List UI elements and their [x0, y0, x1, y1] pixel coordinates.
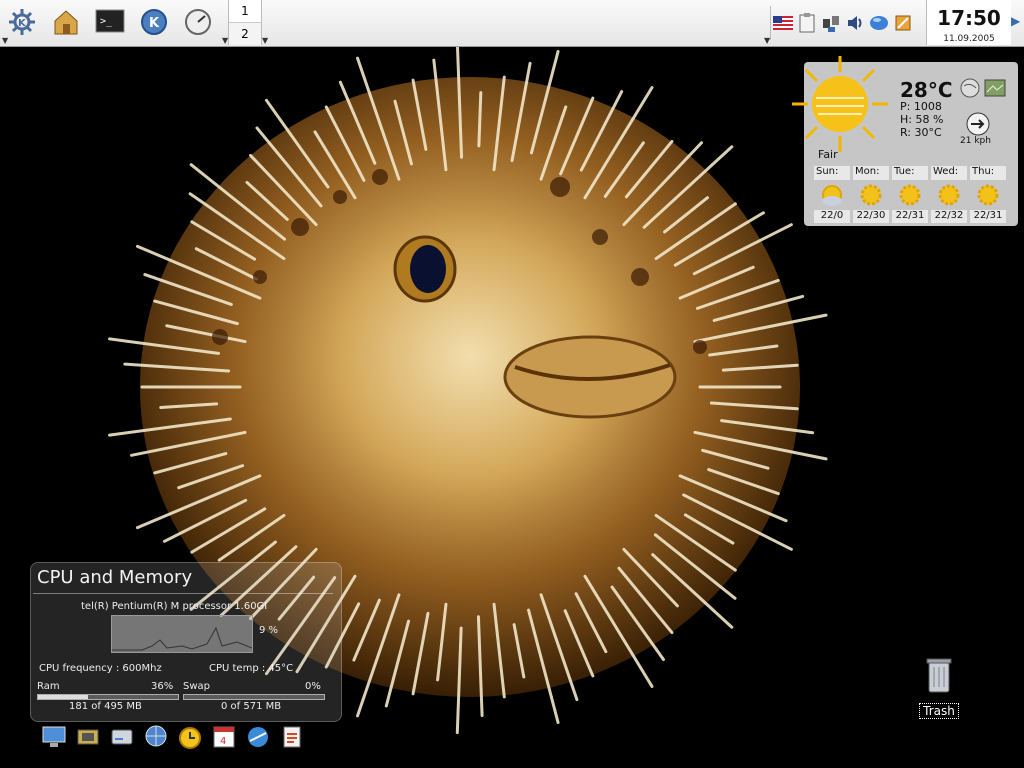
system-monitor-icon: [185, 9, 211, 35]
cpu-graph: [111, 615, 253, 653]
svg-text:4: 4: [220, 736, 226, 747]
forecast-temps: 22/30: [853, 210, 889, 223]
clock-date: 11.09.2005: [943, 34, 995, 44]
hardware-icon[interactable]: [74, 723, 102, 751]
us-flag-icon[interactable]: [773, 13, 793, 33]
sun-icon: [860, 184, 882, 206]
forecast-day: Thu: 22/31: [970, 166, 1006, 223]
forecast-day-label: Thu:: [970, 166, 1006, 180]
forecast-temps: 22/32: [931, 210, 967, 223]
trash-icon: [926, 658, 952, 693]
taskbar[interactable]: [268, 0, 764, 45]
ram-label: Ram: [37, 681, 60, 692]
trash-label: Trash: [919, 703, 959, 719]
cpu-frequency: CPU frequency : 600Mhz: [39, 663, 162, 674]
forecast-day-label: Sun:: [814, 166, 850, 180]
clipboard-icon[interactable]: [797, 13, 817, 33]
pager-desktop-2[interactable]: 2: [229, 23, 261, 45]
clock-time: 17:50: [937, 6, 1001, 30]
swap-usage: 0 of 571 MB: [221, 701, 282, 712]
ram-bar-fill: [38, 695, 89, 699]
home-folder-icon: [54, 10, 78, 35]
terminal-launcher[interactable]: >_: [92, 4, 128, 40]
volume-icon[interactable]: [845, 13, 865, 33]
app-dock: 4: [40, 720, 330, 754]
trash-desktop-item[interactable]: Trash: [916, 654, 962, 724]
updater-icon[interactable]: [893, 13, 913, 33]
terminal-icon: >_: [95, 9, 125, 33]
system-monitor-launcher[interactable]: [180, 4, 216, 40]
forecast-temps: 22/0: [814, 210, 850, 223]
ram-bar: [37, 694, 179, 700]
cpu-percent: 9 %: [259, 625, 279, 636]
drive-icon[interactable]: [108, 723, 136, 751]
widget-title: CPU and Memory: [37, 567, 193, 588]
swap-label: Swap: [183, 681, 211, 692]
divider: [33, 593, 333, 594]
system-tray: [770, 6, 925, 40]
weather-wind: 21 kph: [960, 136, 991, 146]
alarm-clock-icon[interactable]: [176, 723, 204, 751]
forecast-day-label: Wed:: [931, 166, 967, 180]
globe-icon[interactable]: [869, 13, 889, 33]
kde-menu-button[interactable]: K: [4, 4, 40, 40]
forecast-day-label: Tue:: [892, 166, 928, 180]
map-icon[interactable]: [984, 78, 1006, 98]
forecast-temps: 22/31: [892, 210, 928, 223]
konqueror-launcher[interactable]: K: [136, 4, 172, 40]
kde-menu-icon: K: [9, 9, 35, 35]
clock-applet[interactable]: 17:50 11.09.2005: [926, 0, 1011, 45]
swap-percent: 0%: [305, 681, 321, 692]
cpu-memory-widget: CPU and Memory tel(R) Pentium(R) M proce…: [30, 562, 342, 722]
network-globe-icon[interactable]: [142, 723, 170, 751]
svg-text:K: K: [149, 16, 160, 31]
svg-text:K: K: [18, 18, 27, 29]
globe-icon[interactable]: [960, 78, 980, 98]
kde-panel: K ▼ >_ K ▼ 1 2 ▼ ▼ 17:50 11.09.2005 ▶: [0, 0, 1024, 47]
calendar-icon[interactable]: 4: [210, 723, 238, 751]
konqueror-icon: K: [141, 9, 167, 35]
weather-realfeel: R: 30°C: [900, 126, 942, 139]
ram-usage: 181 of 495 MB: [69, 701, 142, 712]
forecast-day: Sun: 22/0: [814, 166, 850, 223]
forecast-day: Mon: 22/30: [853, 166, 889, 223]
forecast-day-label: Mon:: [853, 166, 889, 180]
weather-temperature: 28°C: [900, 78, 953, 102]
desktop-pager: 1 2: [228, 0, 262, 45]
forecast-day: Wed: 22/32: [931, 166, 967, 223]
sun-icon: [977, 184, 999, 206]
cloudy-sun-icon: [822, 185, 842, 206]
weather-pressure: P: 1008: [900, 100, 942, 113]
sun-icon: [938, 184, 960, 206]
panel-arrow-icon[interactable]: ▼: [2, 36, 8, 45]
ram-percent: 36%: [151, 681, 174, 692]
monitor-icon[interactable]: [40, 723, 68, 751]
cpu-model: tel(R) Pentium(R) M processor 1.60GI: [81, 601, 268, 612]
weather-humidity: H: 58 %: [900, 113, 944, 126]
home-launcher[interactable]: [48, 4, 84, 40]
wind-icon: [966, 112, 990, 136]
cpu-temp: CPU temp : 45°C: [209, 663, 294, 674]
forecast-day: Tue: 22/31: [892, 166, 928, 223]
weather-condition: Fair: [818, 148, 838, 161]
weather-widget: 28°C P: 1008 H: 58 % R: 30°C 21 kph Fair…: [792, 56, 1018, 226]
browser-icon[interactable]: [244, 723, 272, 751]
swap-bar: [183, 694, 325, 700]
network-icon[interactable]: [821, 13, 841, 33]
svg-text:>_: >_: [100, 16, 113, 27]
pager-desktop-1[interactable]: 1: [229, 0, 261, 23]
forecast-temps: 22/31: [970, 210, 1006, 223]
sun-icon: [792, 56, 888, 152]
office-icon[interactable]: [278, 723, 306, 751]
panel-scroll-right-icon[interactable]: ▶: [1011, 14, 1020, 28]
sun-icon: [899, 184, 921, 206]
